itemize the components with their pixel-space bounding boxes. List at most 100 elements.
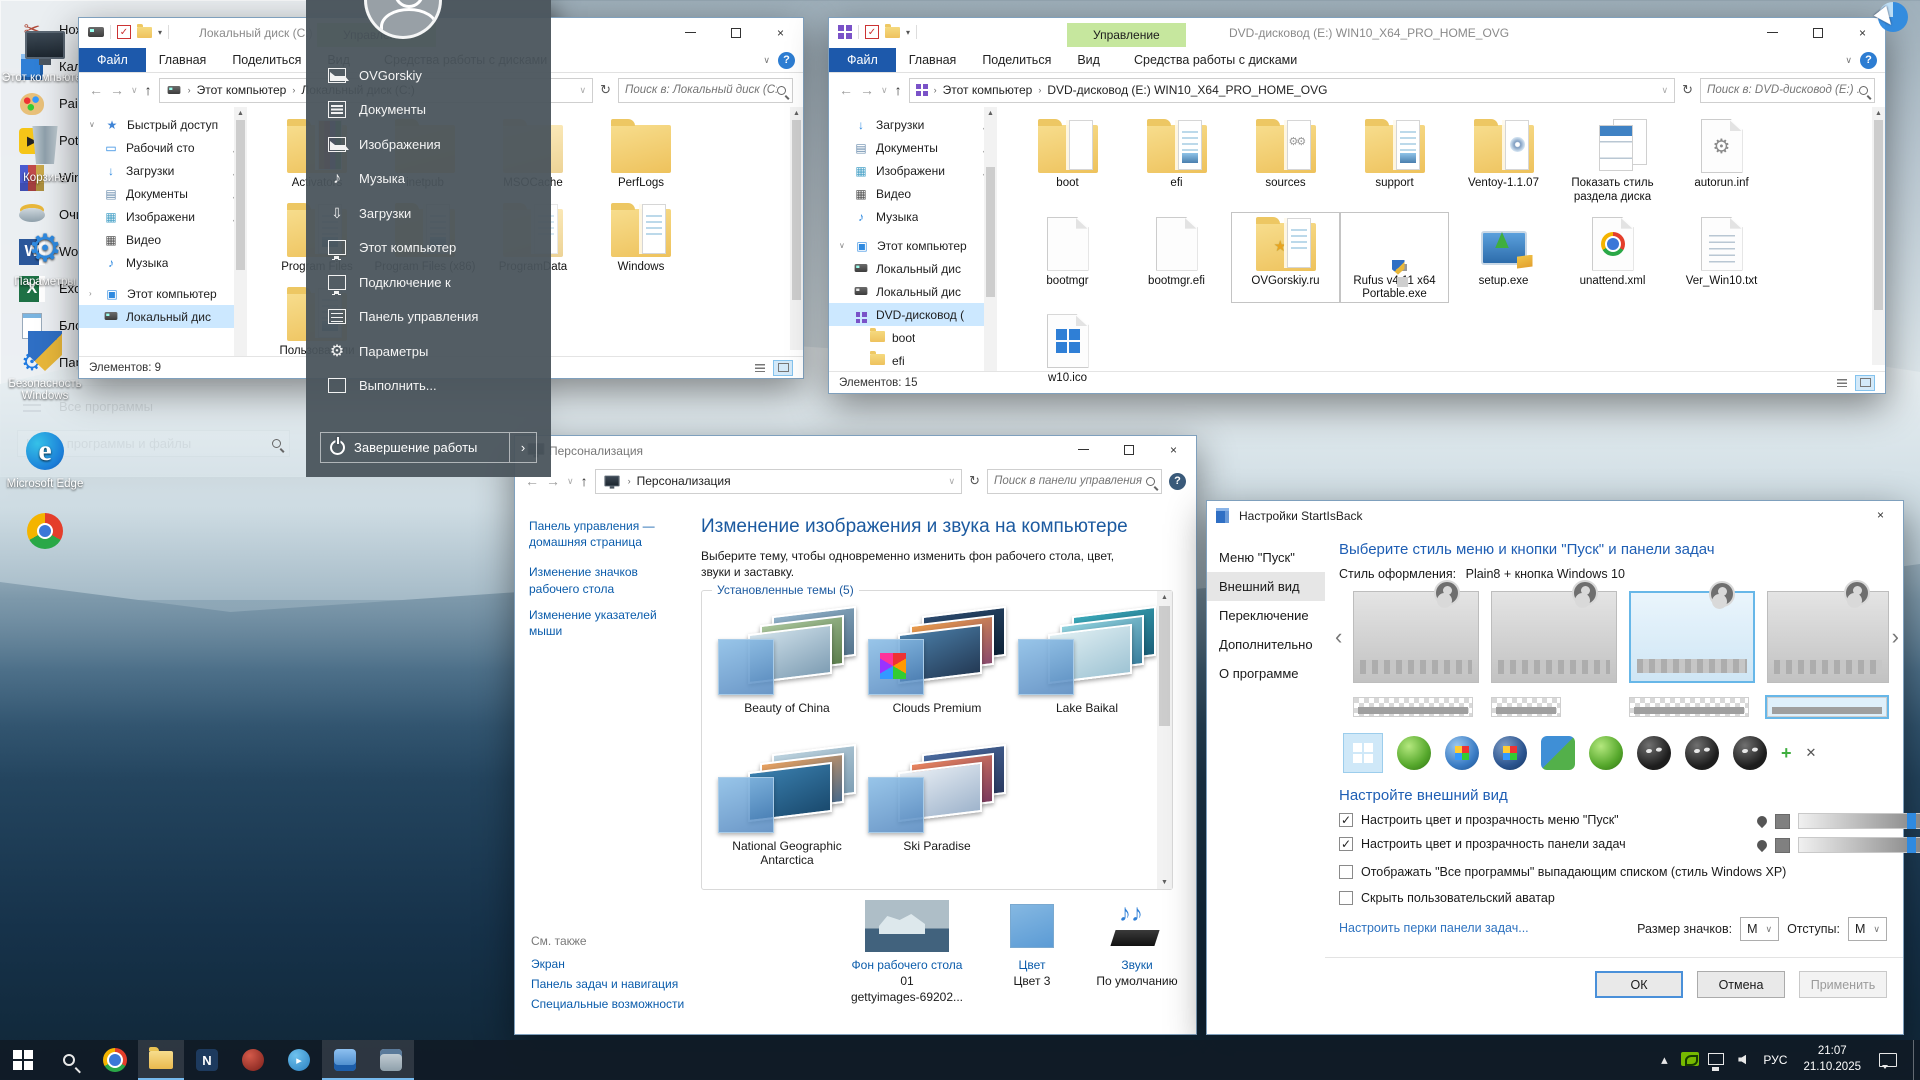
apply-button[interactable]: Применить	[1799, 971, 1887, 998]
search-box[interactable]	[987, 469, 1162, 494]
taskbar-style-2[interactable]	[1491, 697, 1561, 717]
start-orb-dark-1[interactable]	[1637, 736, 1671, 770]
forward-icon[interactable]: →	[860, 82, 874, 98]
start-orb-dark-3[interactable]	[1733, 736, 1767, 770]
menu-item-documents[interactable]: Документы	[306, 93, 551, 128]
nvidia-icon[interactable]	[1677, 1052, 1703, 1069]
taskbar-style-4-selected[interactable]	[1767, 697, 1887, 717]
taskbar-app-button-2[interactable]	[230, 1040, 276, 1080]
file-list-scrollbar[interactable]: ▲	[1872, 107, 1885, 365]
theme-clouds-premium[interactable]: Clouds Premium	[862, 611, 1012, 715]
nav-advanced[interactable]: Дополнительно	[1207, 630, 1325, 659]
checkbox-checked[interactable]: ✓	[1339, 837, 1353, 851]
color-swatch[interactable]	[1775, 838, 1790, 853]
sidebar-item-efi[interactable]: efi	[829, 349, 997, 372]
details-view-icon[interactable]	[750, 360, 770, 376]
cancel-button[interactable]: Отмена	[1697, 971, 1785, 998]
checkbox-checked[interactable]: ✓	[1339, 813, 1353, 827]
check-hide-avatar[interactable]: Скрыть пользовательский аватар	[1339, 891, 1555, 905]
file-tile[interactable]: Rufus v4.11 x64 Portable.exe	[1341, 213, 1448, 303]
close-button[interactable]: ×	[1151, 436, 1196, 463]
breadcrumb-this-pc[interactable]: Этот компьютер	[197, 83, 287, 97]
start-orb-green[interactable]	[1397, 736, 1431, 770]
show-desktop-button[interactable]	[1913, 1040, 1920, 1080]
sidebar-item-music[interactable]: ♪Музыка	[79, 251, 247, 274]
volume-icon[interactable]	[1729, 1053, 1755, 1068]
taskbar-app-button-1[interactable]: N	[184, 1040, 230, 1080]
taskbar-style-1[interactable]	[1353, 697, 1473, 717]
start-orb-square[interactable]	[1541, 736, 1575, 770]
title-bar[interactable]: Персонализация ×	[515, 436, 1196, 464]
file-tile[interactable]: setup.exe	[1450, 213, 1557, 303]
theme-lake-baikal[interactable]: Lake Baikal	[1012, 611, 1162, 715]
recent-locations-icon[interactable]: ∨	[131, 85, 138, 96]
check-all-programs-xp[interactable]: Отображать "Все программы" выпадающим сп…	[1339, 865, 1786, 879]
tab-file[interactable]: Файл	[79, 48, 146, 72]
network-icon[interactable]	[1703, 1053, 1729, 1068]
link-accessibility[interactable]: Специальные возможности	[531, 996, 684, 1012]
style-card-4[interactable]	[1767, 591, 1889, 683]
help-icon[interactable]: ?	[778, 52, 795, 69]
menu-item-downloads[interactable]: ⇩Загрузки	[306, 196, 551, 231]
link-control-panel-home[interactable]: Панель управления — домашняя страница	[529, 518, 687, 550]
spacing-select[interactable]: М∨	[1848, 917, 1887, 941]
help-icon[interactable]: ?	[1860, 52, 1877, 69]
thumbnails-view-icon[interactable]	[1855, 375, 1875, 391]
forward-icon[interactable]: →	[110, 82, 124, 98]
start-button-windows10-selected[interactable]	[1343, 733, 1383, 773]
checkbox-unchecked[interactable]	[1339, 865, 1353, 879]
file-tile[interactable]: unattend.xml	[1559, 213, 1666, 303]
address-bar[interactable]: › Этот компьютер › DVD-дисковод (E:) WIN…	[909, 78, 1676, 103]
file-tile[interactable]: support	[1341, 115, 1448, 205]
close-button[interactable]: ×	[1858, 501, 1903, 528]
add-button-icon[interactable]: +	[1781, 743, 1792, 764]
breadcrumb-this-pc[interactable]: Этот компьютер	[943, 83, 1033, 97]
icon-size-select[interactable]: М∨	[1740, 917, 1779, 941]
up-icon[interactable]: ↑	[895, 82, 902, 98]
search-input[interactable]	[1707, 84, 1859, 96]
minimize-button[interactable]	[1750, 18, 1795, 47]
start-color-controls[interactable]	[1757, 813, 1920, 829]
sidebar-item-local-disk[interactable]: Локальный дис	[79, 305, 247, 328]
address-dropdown-icon[interactable]: ∨	[580, 85, 587, 96]
title-bar[interactable]: Настройки StartIsBack ×	[1207, 501, 1903, 529]
sidebar-item-local-disk-d[interactable]: Локальный дис	[829, 280, 997, 303]
tab-share[interactable]: Поделиться	[219, 48, 314, 72]
sidebar-item-music[interactable]: ♪Музыка	[829, 205, 997, 228]
start-orb-green-2[interactable]	[1589, 736, 1623, 770]
color-swatch[interactable]	[1775, 814, 1790, 829]
sidebar-item-documents[interactable]: ▤Документы	[79, 182, 247, 205]
up-icon[interactable]: ↑	[145, 82, 152, 98]
back-icon[interactable]: ←	[839, 82, 853, 98]
desktop-icon-settings[interactable]: ⚙ Параметры	[2, 226, 88, 288]
file-tile[interactable]: ★OVGorskiy.ru	[1232, 213, 1339, 303]
file-tile[interactable]: PerfLogs	[588, 115, 694, 191]
sidebar-item-this-pc[interactable]: ∨▣Этот компьютер	[829, 234, 997, 257]
file-tile[interactable]: Ventoy-1.1.07	[1450, 115, 1557, 205]
sidebar-item-desktop[interactable]: ▭Рабочий сто	[79, 136, 247, 159]
opacity-slider[interactable]	[1798, 813, 1920, 829]
tab-view[interactable]: Вид	[1064, 48, 1113, 72]
new-folder-icon[interactable]	[137, 27, 152, 38]
minimize-button[interactable]	[668, 18, 713, 47]
link-desktop-icons[interactable]: Изменение значков рабочего стола	[529, 564, 687, 596]
desktop-icon-windows-security[interactable]: Безопасность Windows	[2, 328, 88, 402]
file-tile[interactable]: bootmgr.efi	[1123, 213, 1230, 303]
recent-locations-icon[interactable]: ∨	[881, 85, 888, 96]
styles-next-arrow[interactable]: ›	[1892, 624, 1899, 650]
details-view-icon[interactable]	[1832, 375, 1852, 391]
start-orb-darkblue[interactable]	[1493, 736, 1527, 770]
style-card-1[interactable]	[1353, 591, 1479, 683]
desktop-icon-this-pc[interactable]: Этот компьютер	[2, 22, 88, 84]
color-tile[interactable]: Цвет Цвет 3	[987, 900, 1077, 988]
up-icon[interactable]: ↑	[581, 473, 588, 489]
qat-customize-icon[interactable]: ▾	[158, 28, 162, 37]
refresh-icon[interactable]: ↻	[1682, 82, 1693, 98]
tray-hidden-icons-arrow[interactable]: ▴	[1651, 1052, 1677, 1068]
shutdown-options-arrow[interactable]: ›	[510, 440, 536, 455]
file-tile[interactable]: bootmgr	[1014, 213, 1121, 303]
thumbnails-view-icon[interactable]	[773, 360, 793, 376]
sidebar-item-pictures[interactable]: ▦Изображени	[829, 159, 997, 182]
file-tile[interactable]: Ver_Win10.txt	[1668, 213, 1775, 303]
maximize-button[interactable]	[713, 18, 758, 47]
